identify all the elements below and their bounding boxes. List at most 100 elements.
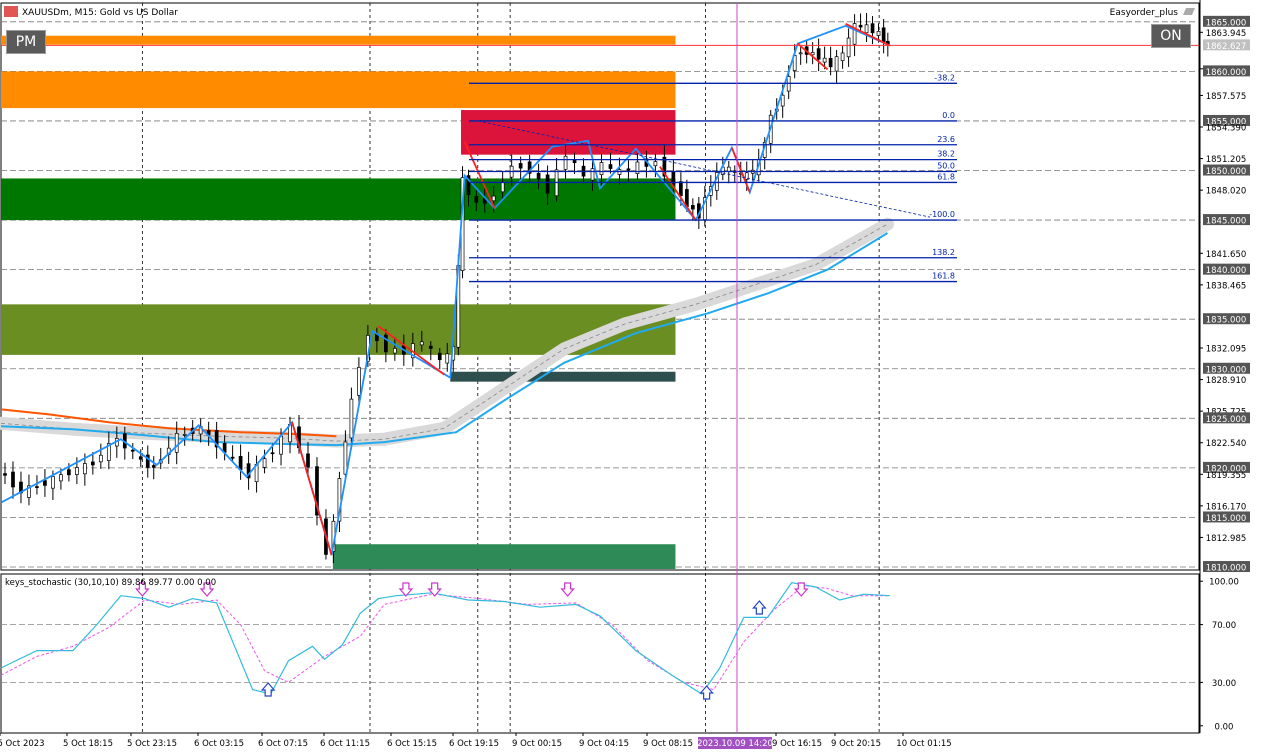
time-label-8: 9 Oct 00:15 (512, 739, 562, 749)
time-label-3: 6 Oct 03:15 (194, 739, 244, 749)
candle-body-35 (279, 435, 283, 455)
price-label-7: 1854.390 (1206, 124, 1247, 134)
candle-body-75 (608, 164, 613, 169)
candle-body-17 (138, 456, 143, 460)
price-label-5: 1857.575 (1206, 92, 1247, 102)
candle-body-63 (500, 182, 505, 193)
candle-body-4 (35, 486, 39, 488)
price-label-18: 1828.910 (1206, 376, 1247, 386)
candle-body-70 (563, 155, 568, 170)
price-label-13: 1840.000 (1206, 266, 1247, 276)
fib-level-label-3: 38.2 (937, 150, 955, 159)
candle-body-33 (262, 458, 267, 468)
candle-body-53 (428, 345, 433, 349)
chart-title-text: XAUUSDm, M15: Gold vs US Dollar (22, 8, 178, 18)
candle-body-11 (90, 461, 95, 466)
fib-level-label-4: 50.0 (937, 162, 955, 171)
stochastic-label-1: 70.00 (1212, 621, 1236, 631)
time-label-7: 6 Oct 19:15 (449, 739, 499, 749)
candle-body-83 (679, 181, 683, 197)
candle-body-49 (392, 348, 397, 354)
fib-level-label-1: 0.0 (942, 111, 955, 120)
fib-level-label-8: 161.8 (932, 272, 955, 281)
candle-body-106 (816, 48, 821, 60)
candle-body-71 (572, 160, 577, 164)
candle-body-6 (51, 476, 55, 489)
fib-level-label-6: -100.0 (929, 210, 955, 219)
candle-body-117 (881, 27, 886, 43)
price-label-1: 1863.945 (1206, 29, 1247, 39)
time-label-13: 9 Oct 20:15 (831, 739, 881, 749)
candle-body-82 (671, 171, 676, 186)
candle-body-91 (726, 166, 731, 172)
price-label-15: 1835.000 (1206, 316, 1247, 326)
candle-body-44 (349, 398, 354, 439)
candle-body-85 (690, 204, 695, 210)
price-label-4: 1860.000 (1206, 68, 1247, 78)
candle-body-7 (59, 474, 63, 482)
price-label-9: 1850.000 (1206, 167, 1247, 177)
candle-body-114 (864, 24, 869, 34)
price-label-17: 1830.000 (1206, 365, 1247, 375)
time-label-6: 6 Oct 15:15 (387, 739, 437, 749)
candle-body-52 (419, 341, 424, 346)
price-label-24: 1816.170 (1206, 502, 1247, 512)
pm-button[interactable]: PM (6, 30, 46, 54)
indicator-label-text: keys_stochastic (30,10,10) 89.86 89.77 0… (5, 578, 216, 588)
candle-body-103 (798, 52, 803, 55)
time-label-11: 2023.10.09 14:20 (697, 739, 773, 749)
zone-rect-1 (1, 71, 676, 109)
candle-body-5 (43, 480, 47, 486)
candle-body-16 (130, 449, 135, 452)
price-label-20: 1825.000 (1206, 415, 1247, 425)
time-label-0: 5 Oct 2023 (0, 739, 45, 749)
price-label-11: 1845.000 (1206, 217, 1247, 227)
candle-body-116 (876, 30, 881, 36)
on-button[interactable]: ON (1151, 24, 1191, 48)
candle-body-115 (870, 23, 875, 34)
zone-rect-5 (450, 371, 676, 382)
candle-body-107 (822, 57, 827, 63)
candle-body-30 (238, 456, 243, 471)
candle-body-67 (536, 172, 541, 180)
fib-level-label-7: 138.2 (932, 248, 955, 257)
price-label-25: 1815.000 (1206, 514, 1247, 524)
time-label-5: 6 Oct 11:15 (320, 739, 370, 749)
price-label-23: 1819.355 (1206, 471, 1247, 481)
time-label-14: 10 Oct 01:15 (896, 739, 951, 749)
price-label-21: 1822.540 (1206, 439, 1247, 449)
price-label-0: 1865.000 (1206, 18, 1247, 28)
candle-body-109 (834, 56, 839, 72)
candle-body-111 (846, 37, 851, 58)
candle-body-110 (840, 52, 845, 62)
time-label-4: 6 Oct 07:15 (258, 739, 308, 749)
candle-body-80 (653, 161, 658, 167)
candle-body-113 (858, 24, 863, 28)
price-label-16: 1832.095 (1206, 345, 1247, 355)
candle-body-38 (306, 453, 310, 468)
stochastic-label-3: 0.00 (1215, 722, 1234, 732)
time-label-10: 9 Oct 08:15 (643, 739, 693, 749)
candle-body-19 (151, 465, 156, 468)
candle-body-34 (270, 452, 275, 455)
time-label-12: 9 Oct 16:15 (772, 739, 822, 749)
fib-level-label-2: 23.6 (937, 135, 955, 144)
chart-svg[interactable]: -38.2 0.0 23.6 38.2 50.061.8 -100.0 138.2 161.8… (0, 0, 1261, 751)
candle-body-23 (182, 434, 187, 436)
symbol-icon (4, 6, 18, 17)
candle-body-100 (780, 94, 785, 107)
candle-body-9 (75, 467, 79, 475)
candle-body-65 (518, 163, 523, 169)
candle-body-29 (230, 456, 235, 459)
time-label-2: 5 Oct 23:15 (127, 739, 177, 749)
candle-body-45 (357, 367, 361, 396)
price-label-26: 1812.985 (1206, 534, 1247, 544)
candle-body-54 (437, 352, 442, 361)
candle-body-55 (445, 353, 450, 364)
candle-body-108 (828, 57, 833, 68)
candle-body-74 (599, 162, 604, 176)
zone-rect-0 (1, 35, 676, 45)
time-label-1: 5 Oct 18:15 (63, 739, 113, 749)
zone-rect-2 (461, 110, 676, 155)
expert-label-text: Easyorder_plus (1110, 8, 1179, 18)
